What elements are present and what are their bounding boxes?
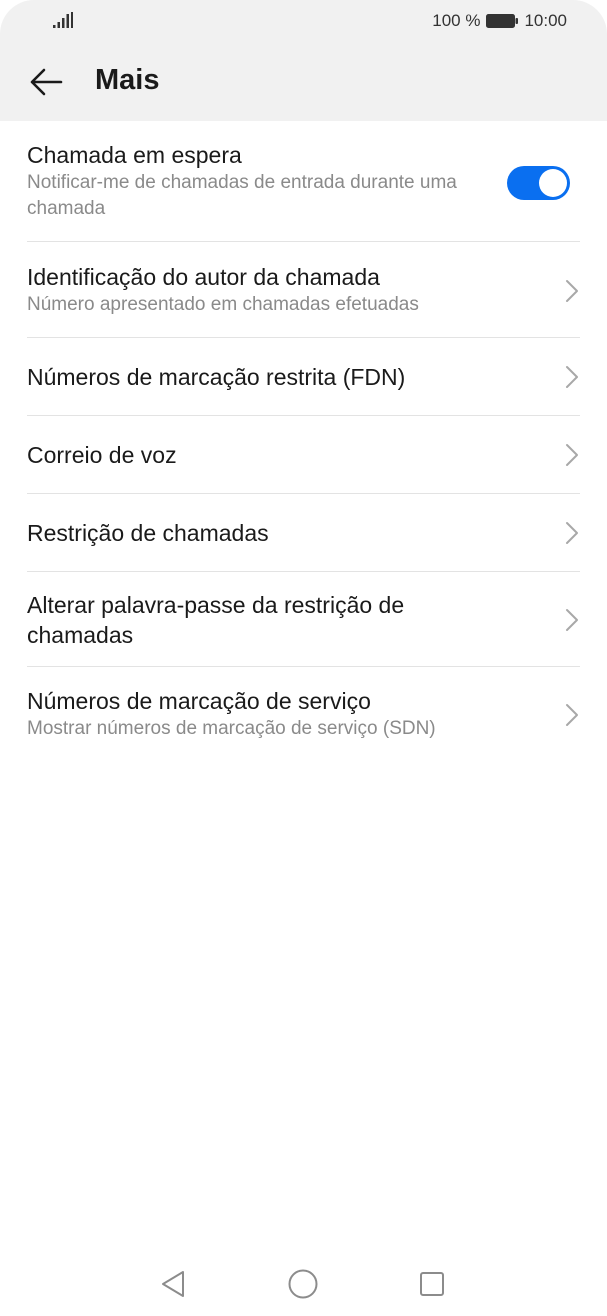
status-bar: 100 % 10:00	[0, 0, 607, 42]
item-text: Alterar palavra-passe da restrição de ch…	[27, 590, 470, 650]
item-title: Identificação do autor da chamada	[27, 264, 380, 290]
chevron-right-icon	[566, 444, 578, 466]
status-time: 10:00	[524, 11, 567, 30]
item-text: Chamada em espera Notificar-me de chamad…	[27, 140, 500, 222]
item-subtitle: Número apresentado em chamadas efetuadas	[27, 294, 419, 315]
status-right: 100 % 10:00	[432, 10, 567, 32]
nav-back-icon	[162, 1271, 184, 1297]
chevron-right-icon	[566, 522, 578, 544]
nav-home-icon	[288, 1269, 318, 1299]
item-text: Identificação do autor da chamada Número…	[27, 262, 500, 318]
chevron-right-icon	[566, 609, 578, 631]
sdn-item[interactable]: Números de marcação de serviço Mostrar n…	[27, 667, 580, 763]
top-bar: 100 % 10:00 Mais	[0, 0, 607, 121]
item-text: Números de marcação de serviço Mostrar n…	[27, 686, 500, 742]
header: Mais	[0, 52, 607, 112]
navigation-bar	[0, 1250, 607, 1316]
chevron-right-icon	[566, 280, 578, 302]
chevron-right-icon	[566, 366, 578, 388]
item-title: Chamada em espera	[27, 142, 242, 168]
battery-percent: 100 %	[432, 11, 481, 30]
item-subtitle: Mostrar números de marcação de serviço (…	[27, 718, 436, 739]
fdn-item[interactable]: Números de marcação restrita (FDN)	[27, 338, 580, 416]
nav-back-button[interactable]	[155, 1266, 191, 1302]
battery-icon	[486, 14, 519, 28]
call-waiting-toggle[interactable]	[507, 166, 570, 200]
item-subtitle: Notificar-me de chamadas de entrada dura…	[27, 172, 457, 219]
screen: 100 % 10:00 Mais Chamada em espera Notif…	[0, 0, 607, 1316]
item-text: Correio de voz	[27, 440, 500, 470]
item-title: Restrição de chamadas	[27, 520, 269, 546]
caller-id-item[interactable]: Identificação do autor da chamada Número…	[27, 242, 580, 338]
item-title: Alterar palavra-passe da restrição de ch…	[27, 592, 405, 648]
item-title: Números de marcação de serviço	[27, 688, 371, 714]
call-waiting-item[interactable]: Chamada em espera Notificar-me de chamad…	[27, 121, 580, 242]
page-title: Mais	[95, 64, 160, 96]
nav-recents-icon	[420, 1272, 444, 1296]
item-text: Restrição de chamadas	[27, 518, 500, 548]
back-button[interactable]	[22, 60, 70, 104]
voicemail-item[interactable]: Correio de voz	[27, 416, 580, 494]
settings-list: Chamada em espera Notificar-me de chamad…	[0, 121, 607, 763]
toggle-knob	[539, 169, 567, 197]
nav-recents-button[interactable]	[414, 1266, 450, 1302]
signal-icon	[53, 12, 73, 28]
change-barring-password-item[interactable]: Alterar palavra-passe da restrição de ch…	[27, 572, 580, 667]
item-text: Números de marcação restrita (FDN)	[27, 362, 500, 392]
item-title: Correio de voz	[27, 442, 177, 468]
item-title: Números de marcação restrita (FDN)	[27, 364, 406, 390]
chevron-right-icon	[566, 704, 578, 726]
back-arrow-icon	[30, 68, 63, 96]
call-barring-item[interactable]: Restrição de chamadas	[27, 494, 580, 572]
nav-home-button[interactable]	[285, 1266, 321, 1302]
